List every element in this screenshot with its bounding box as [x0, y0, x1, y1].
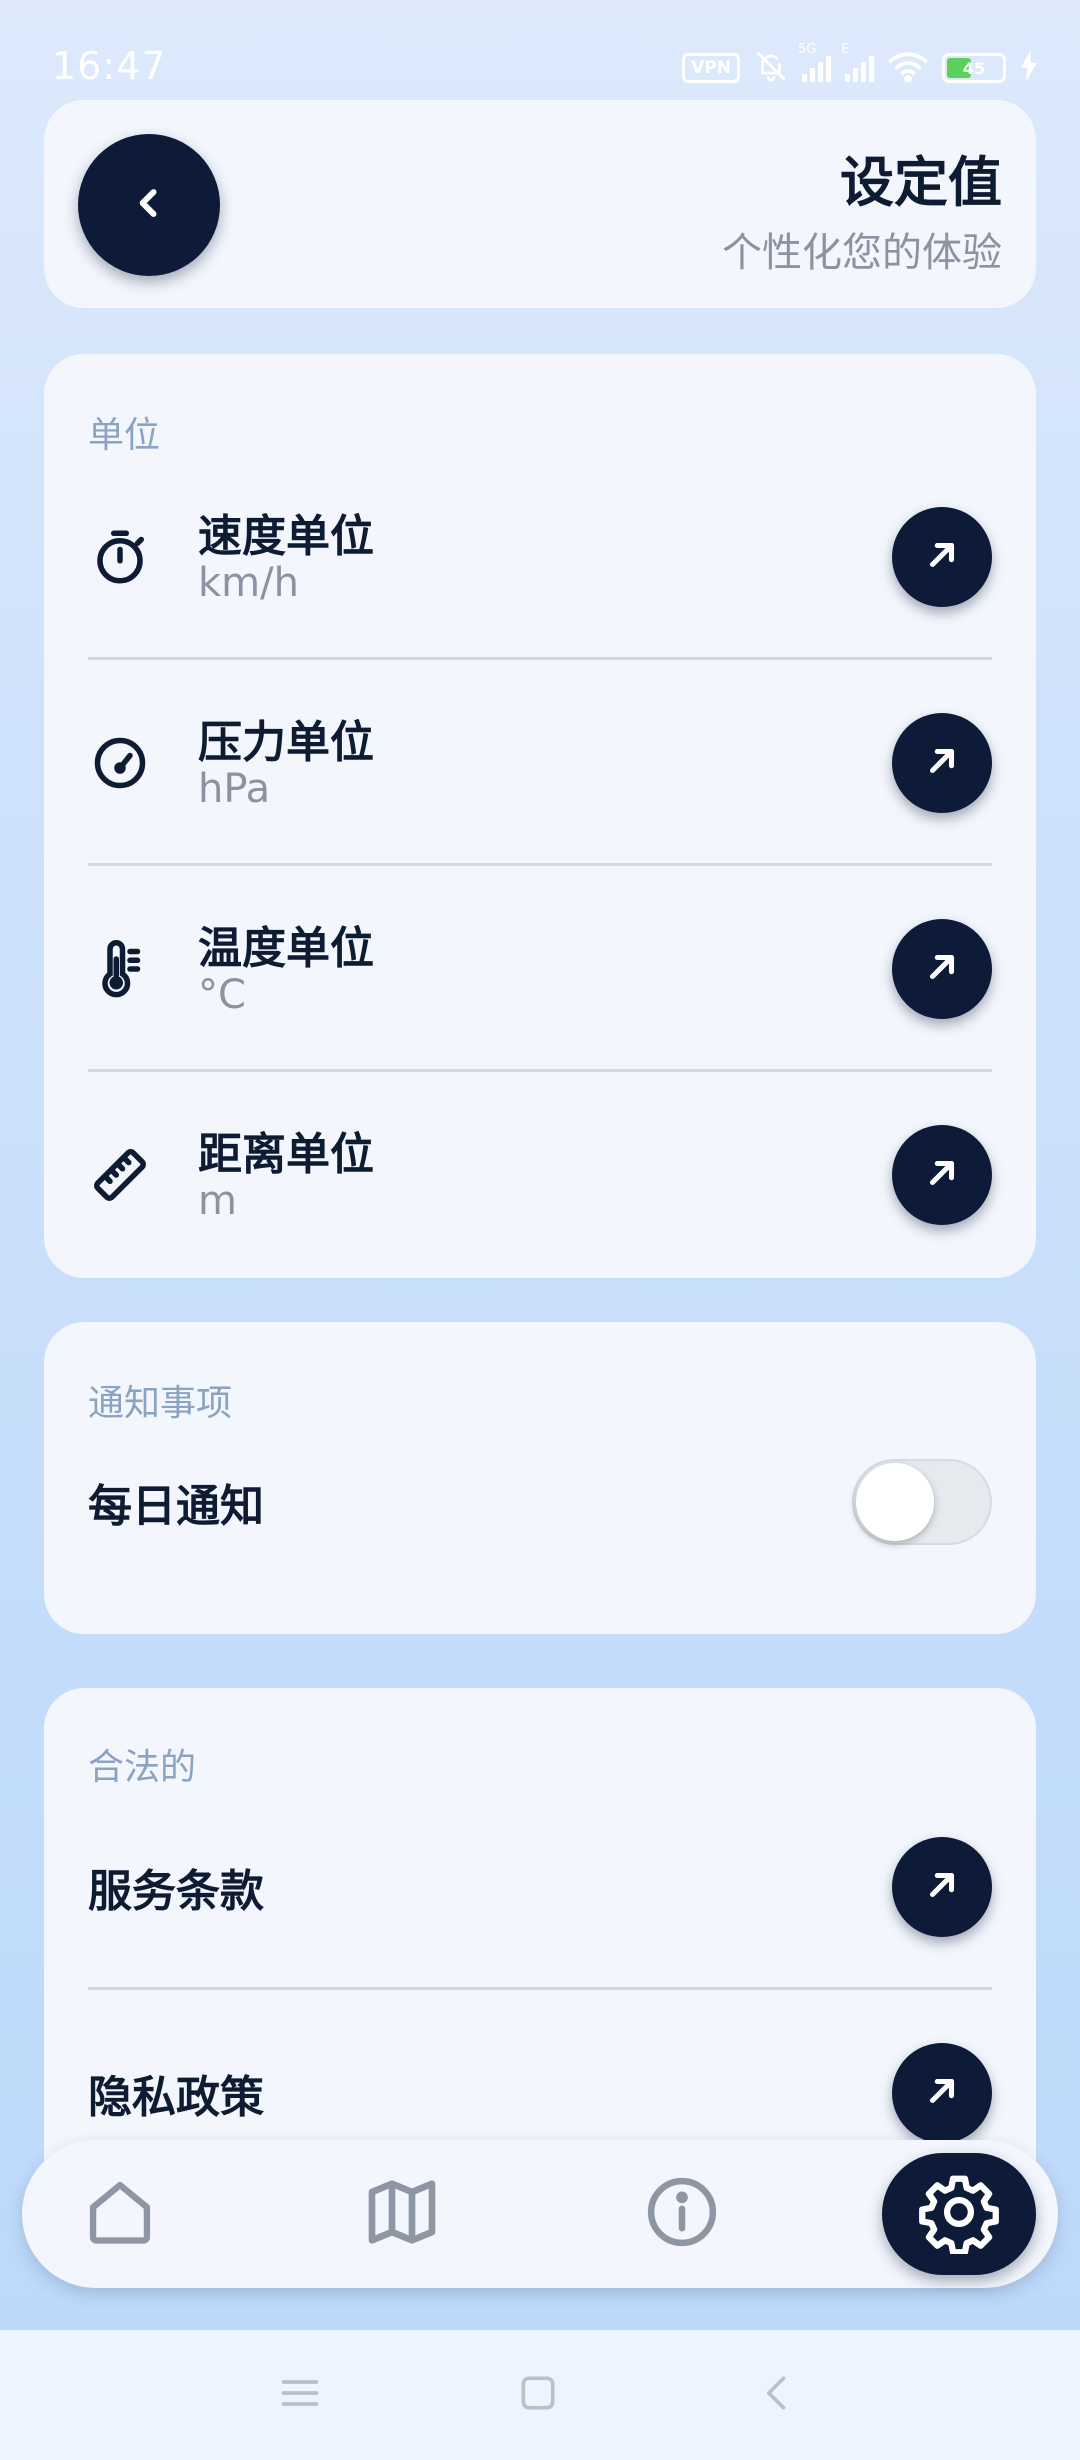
privacy-label: 隐私政策 [88, 2072, 264, 2123]
arrow-up-right-icon [923, 2072, 961, 2114]
unit-title: 距离单位 [198, 1129, 374, 1180]
nav-map[interactable] [342, 2154, 462, 2274]
system-menu-button[interactable] [260, 2355, 340, 2435]
units-card: 单位 速度单位 km/h 压力单位 hPa 温度单位 °C 距离单位 m [44, 354, 1036, 1278]
wifi-icon [888, 50, 928, 86]
section-label-units: 单位 [88, 415, 161, 456]
unit-row-pressure[interactable]: 压力单位 hPa [88, 660, 992, 866]
vpn-badge: VPN [682, 53, 740, 83]
ruler-icon [88, 1143, 152, 1207]
system-back-button[interactable] [738, 2355, 818, 2435]
battery-icon: 45 [942, 53, 1006, 83]
open-distance-unit-button[interactable] [892, 1125, 992, 1225]
notifications-card: 通知事项 每日通知 [44, 1322, 1036, 1634]
arrow-up-right-icon [923, 1866, 961, 1908]
home-icon [82, 2174, 158, 2254]
unit-value: km/h [198, 560, 299, 606]
unit-row-temperature[interactable]: 温度单位 °C [88, 866, 992, 1072]
settings-icon [917, 2170, 1001, 2258]
unit-row-speed[interactable]: 速度单位 km/h [88, 454, 992, 660]
open-speed-unit-button[interactable] [892, 507, 992, 607]
terms-label: 服务条款 [88, 1866, 264, 1917]
unit-title: 压力单位 [198, 717, 374, 768]
nav-settings[interactable] [882, 2153, 1036, 2275]
arrow-up-right-icon [923, 536, 961, 578]
page-title: 设定值 [840, 151, 1002, 214]
open-pressure-unit-button[interactable] [892, 713, 992, 813]
arrow-up-right-icon [923, 1154, 961, 1196]
legal-row-terms[interactable]: 服务条款 [88, 1784, 992, 1990]
charging-icon [1020, 50, 1038, 86]
daily-notification-row: 每日通知 [88, 1422, 992, 1582]
unit-title: 温度单位 [198, 923, 374, 974]
system-nav-bar [0, 2330, 1080, 2460]
unit-value: °C [198, 972, 246, 1018]
chevron-left-icon [756, 2371, 800, 2419]
toggle-knob [856, 1463, 934, 1541]
info-icon [643, 2173, 721, 2255]
daily-notification-label: 每日通知 [88, 1481, 264, 1532]
nav-info[interactable] [622, 2154, 742, 2274]
open-terms-button[interactable] [892, 1837, 992, 1937]
system-home-button[interactable] [498, 2355, 578, 2435]
section-label-notifications: 通知事项 [88, 1383, 233, 1424]
square-icon [516, 2371, 560, 2419]
signal-e-icon: E [841, 42, 874, 82]
daily-notification-toggle[interactable] [852, 1459, 992, 1545]
nav-home[interactable] [60, 2154, 180, 2274]
status-icons: VPN 5G E 45 [682, 42, 1038, 88]
section-label-legal: 合法的 [88, 1747, 197, 1788]
unit-value: m [198, 1178, 237, 1224]
arrow-up-right-icon [923, 742, 961, 784]
status-time: 16:47 [52, 44, 167, 88]
unit-value: hPa [198, 766, 271, 812]
menu-icon [278, 2373, 322, 2417]
arrow-up-right-icon [923, 948, 961, 990]
signal-5g-icon: 5G [798, 42, 831, 82]
page-subtitle: 个性化您的体验 [722, 230, 1002, 276]
gauge-icon [88, 731, 152, 795]
open-privacy-button[interactable] [892, 2043, 992, 2143]
header-card: 设定值 个性化您的体验 [44, 100, 1036, 308]
back-button[interactable] [78, 134, 220, 276]
mute-bell-icon [754, 49, 788, 87]
unit-row-distance[interactable]: 距离单位 m [88, 1072, 992, 1278]
unit-title: 速度单位 [198, 511, 374, 562]
map-icon [362, 2172, 442, 2256]
chevron-left-icon [127, 181, 171, 229]
bottom-nav [22, 2140, 1058, 2288]
thermometer-icon [88, 937, 152, 1001]
stopwatch-icon [88, 525, 152, 589]
status-bar: 16:47 VPN 5G E 45 [0, 0, 1080, 100]
open-temperature-unit-button[interactable] [892, 919, 992, 1019]
